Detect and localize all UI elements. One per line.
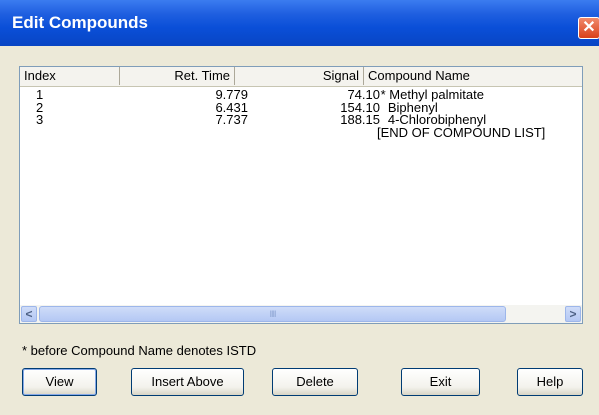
table-row[interactable]: 2 6.431 154.10 Biphenyl — [20, 100, 582, 115]
chevron-left-icon: < — [25, 307, 33, 321]
insert-above-button[interactable]: Insert Above — [131, 368, 244, 396]
title-bar: Edit Compounds ✕ — [0, 0, 599, 46]
end-of-list-marker: [END OF COMPOUND LIST] — [377, 124, 546, 140]
delete-button[interactable]: Delete — [272, 368, 358, 396]
column-header-row: Index Ret. Time Signal Compound Name — [20, 67, 582, 87]
column-header-compound-name[interactable]: Compound Name — [364, 67, 582, 85]
dialog-body: Index Ret. Time Signal Compound Name 1 9… — [0, 46, 599, 415]
scroll-right-button[interactable]: > — [565, 306, 581, 322]
istd-footnote: * before Compound Name denotes ISTD — [22, 343, 257, 358]
table-body: 1 9.779 74.10 * Methyl palmitate 2 6.431… — [20, 87, 582, 140]
grip-icon: IIII — [269, 309, 276, 319]
column-header-index[interactable]: Index — [20, 67, 120, 85]
table-row[interactable]: [END OF COMPOUND LIST] — [20, 124, 582, 140]
chevron-right-icon: > — [569, 307, 577, 321]
column-header-ret-time[interactable]: Ret. Time — [120, 67, 235, 85]
table-row[interactable]: 1 9.779 74.10 * Methyl palmitate — [20, 87, 582, 102]
close-button[interactable]: ✕ — [578, 17, 599, 39]
exit-button[interactable]: Exit — [401, 368, 480, 396]
scroll-left-button[interactable]: < — [21, 306, 37, 322]
column-header-signal[interactable]: Signal — [235, 67, 364, 85]
view-button[interactable]: View — [22, 368, 97, 396]
help-button[interactable]: Help — [517, 368, 583, 396]
close-icon: ✕ — [582, 19, 596, 36]
horizontal-scrollbar[interactable]: < IIII > — [20, 305, 582, 323]
table-row[interactable]: 3 7.737 188.15 4-Chlorobiphenyl — [20, 112, 582, 127]
scrollbar-thumb[interactable]: IIII — [39, 306, 506, 322]
compound-list[interactable]: Index Ret. Time Signal Compound Name 1 9… — [19, 66, 583, 324]
window-title: Edit Compounds — [12, 13, 148, 32]
